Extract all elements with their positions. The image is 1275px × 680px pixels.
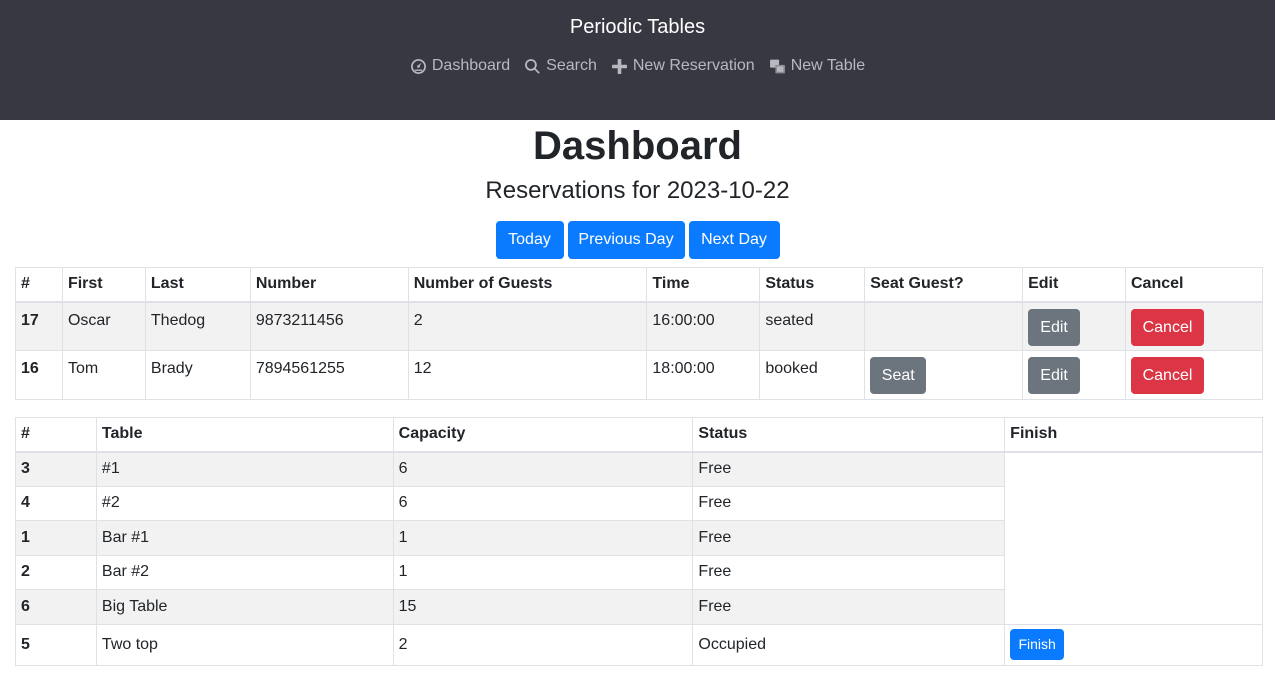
col-header-status: Status <box>759 267 866 303</box>
nav-search-label: Search <box>546 57 597 74</box>
edit-button[interactable]: Edit <box>1028 308 1081 346</box>
col-header-table-status: Status <box>692 417 1006 453</box>
reservations-date-heading: Reservations for 2023-10-22 <box>485 177 790 204</box>
table-name: #2 <box>95 485 394 521</box>
page-title: Dashboard <box>533 124 742 168</box>
reservation-time: 16:00:00 <box>646 301 761 351</box>
col-header-last: Last <box>144 267 251 303</box>
table-id: 4 <box>15 485 97 521</box>
reservation-first-name: Oscar <box>61 301 146 351</box>
tables-header-row: # Table Capacity Status Finish <box>15 417 1263 453</box>
nav-new-table-label: New Table <box>790 57 866 74</box>
reservation-guests: 12 <box>407 350 648 400</box>
reservation-status: booked <box>759 350 866 400</box>
seat-cell: Seat <box>864 350 1024 400</box>
finish-cell: Finish <box>1004 623 1263 666</box>
edit-cell: Edit <box>1022 350 1126 400</box>
nav-new-table[interactable]: New Table <box>769 57 865 75</box>
table-row: 5 Two top 2 Occupied Finish <box>15 623 1263 666</box>
reservations-header-row: # First Last Number Number of Guests Tim… <box>15 267 1263 303</box>
date-navigation: Today Previous Day Next Day <box>0 221 1275 259</box>
table-name: #1 <box>95 451 394 487</box>
table-status: Free <box>692 520 1006 556</box>
next-day-button[interactable]: Next Day <box>688 221 780 259</box>
table-status: Free <box>692 485 1006 521</box>
col-header-seat: Seat Guest? <box>864 267 1024 303</box>
table-id: 3 <box>15 451 97 487</box>
table-capacity: 1 <box>392 520 694 556</box>
reservation-last-name: Thedog <box>144 301 251 351</box>
nav-dashboard-label: Dashboard <box>431 57 511 74</box>
seat-cell-empty <box>864 301 1024 351</box>
reservation-status: seated <box>759 301 866 351</box>
search-icon <box>525 58 540 74</box>
table-id: 2 <box>15 554 97 590</box>
table-capacity: 1 <box>392 554 694 590</box>
reservation-first-name: Tom <box>61 350 146 400</box>
nav-dashboard[interactable]: Dashboard <box>410 57 510 75</box>
table-name: Bar #2 <box>95 554 394 590</box>
finish-cell-empty <box>1004 451 1263 625</box>
table-status: Free <box>692 451 1006 487</box>
table-capacity: 6 <box>392 485 694 521</box>
nav-new-reservation-label: New Reservation <box>632 57 755 74</box>
reservations-table: # First Last Number Number of Guests Tim… <box>15 267 1263 400</box>
table-status: Free <box>692 589 1006 625</box>
top-navbar: Periodic Tables Dashboard Search New Res… <box>0 0 1275 120</box>
layers-icon <box>769 59 785 73</box>
edit-cell: Edit <box>1022 301 1126 351</box>
plus-icon <box>611 58 627 74</box>
table-id: 6 <box>15 589 97 625</box>
edit-button[interactable]: Edit <box>1028 357 1081 394</box>
cancel-button[interactable]: Cancel <box>1131 308 1204 346</box>
cancel-cell: Cancel <box>1125 350 1263 400</box>
today-button[interactable]: Today <box>495 221 564 259</box>
col-header-edit: Edit <box>1022 267 1126 303</box>
table-name: Big Table <box>95 589 394 625</box>
reservation-row: 17 Oscar Thedog 9873211456 2 16:00:00 se… <box>15 301 1263 351</box>
brand-title[interactable]: Periodic Tables <box>0 16 1275 39</box>
finish-button[interactable]: Finish <box>1010 629 1065 660</box>
cancel-button[interactable]: Cancel <box>1131 357 1204 394</box>
reservation-guests: 2 <box>407 301 648 351</box>
reservation-row: 16 Tom Brady 7894561255 12 18:00:00 book… <box>15 350 1263 400</box>
table-row: 3 #1 6 Free <box>15 451 1263 625</box>
col-header-table-id: # <box>15 417 97 453</box>
nav-search[interactable]: Search <box>524 57 597 75</box>
table-capacity: 6 <box>392 451 694 487</box>
cancel-cell: Cancel <box>1125 301 1263 351</box>
col-header-cancel: Cancel <box>1125 267 1263 303</box>
col-header-time: Time <box>646 267 761 303</box>
col-header-table-name: Table <box>95 417 394 453</box>
tables-table: # Table Capacity Status Finish 3 #1 6 Fr… <box>15 417 1263 666</box>
col-header-finish: Finish <box>1004 417 1263 453</box>
table-capacity: 15 <box>392 589 694 625</box>
reservation-last-name: Brady <box>144 350 251 400</box>
col-header-capacity: Capacity <box>392 417 694 453</box>
reservation-id: 17 <box>15 301 63 351</box>
table-status: Occupied <box>692 623 1006 666</box>
table-capacity: 2 <box>392 623 694 666</box>
reservation-id: 16 <box>15 350 63 400</box>
col-header-guests: Number of Guests <box>407 267 648 303</box>
main-nav: Dashboard Search New Reservation New Tab… <box>0 57 1275 75</box>
nav-new-reservation[interactable]: New Reservation <box>611 57 755 75</box>
reservation-time: 18:00:00 <box>646 350 761 400</box>
table-id: 5 <box>15 623 97 666</box>
table-id: 1 <box>15 520 97 556</box>
table-name: Bar #1 <box>95 520 394 556</box>
col-header-first: First <box>61 267 146 303</box>
dashboard-icon <box>410 58 426 74</box>
reservation-mobile-number: 7894561255 <box>249 350 409 400</box>
seat-button[interactable]: Seat <box>870 357 927 394</box>
reservation-mobile-number: 9873211456 <box>249 301 409 351</box>
table-name: Two top <box>95 623 394 666</box>
col-header-id: # <box>15 267 63 303</box>
col-header-number: Number <box>249 267 409 303</box>
table-status: Free <box>692 554 1006 590</box>
previous-day-button[interactable]: Previous Day <box>567 221 685 259</box>
